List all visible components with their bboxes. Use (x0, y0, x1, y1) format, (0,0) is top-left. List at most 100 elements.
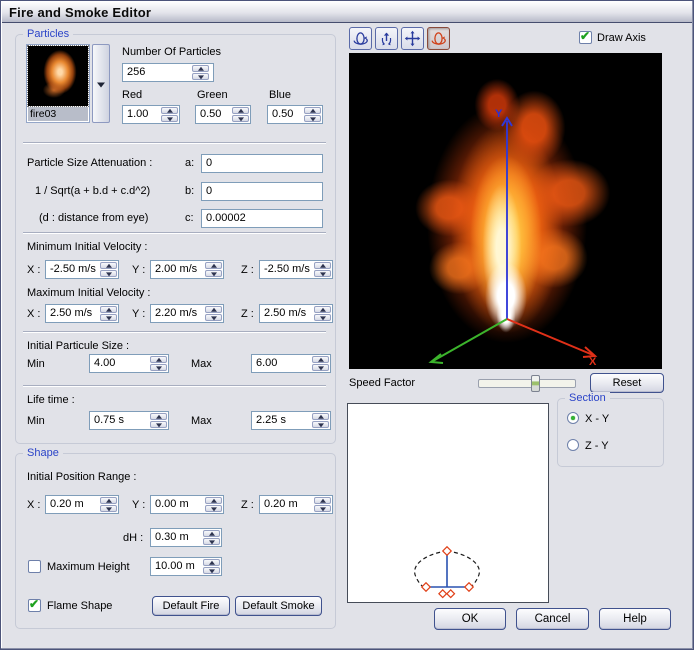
size-max-spinner[interactable] (312, 356, 329, 371)
separator (23, 232, 326, 234)
rotate-vertical-button[interactable] (375, 27, 398, 50)
min-vel-y-field[interactable]: 2.00 m/s (150, 260, 224, 279)
speed-factor-label: Speed Factor (349, 377, 416, 389)
life-min-field[interactable]: 0.75 s (89, 411, 169, 430)
max-vel-x-label: X : (27, 308, 41, 320)
check-icon: ✔ (29, 597, 40, 611)
blue-label: Blue (269, 89, 292, 101)
size-max-field[interactable]: 6.00 (251, 354, 331, 373)
pos-z-label: Z : (241, 499, 254, 511)
max-vel-z-spinner[interactable] (314, 306, 331, 321)
size-max-label: Max (191, 358, 212, 370)
size-min-field[interactable]: 4.00 (89, 354, 169, 373)
section-zy-radio[interactable] (567, 439, 579, 451)
dh-field[interactable]: 0.30 m (150, 528, 222, 547)
min-vel-x-spinner[interactable] (100, 262, 117, 277)
rotate-object-button[interactable] (427, 27, 450, 50)
max-height-field[interactable]: 10.00 m (150, 557, 222, 576)
flame-shape-label: Flame Shape (47, 600, 113, 612)
min-vel-y-label: Y : (132, 264, 146, 276)
rotate-object-icon (431, 32, 446, 45)
life-min-spinner[interactable] (150, 413, 167, 428)
pan-button[interactable] (401, 27, 424, 50)
num-particles-field[interactable]: 256 (122, 63, 214, 82)
max-vel-y-label: Y : (132, 308, 146, 320)
attenuation-b-field[interactable]: 0 (201, 182, 323, 201)
attenuation-c-field[interactable]: 0.00002 (201, 209, 323, 228)
separator (23, 142, 326, 144)
draw-axis-checkbox[interactable]: ✔ (579, 29, 592, 44)
num-particles-label: Number Of Particles (122, 46, 222, 58)
axes-overlay: Y X (428, 108, 598, 368)
section-group (557, 398, 664, 467)
pos-x-label: X : (27, 499, 41, 511)
rotate-vertical-icon (381, 32, 392, 46)
reset-button[interactable]: Reset (590, 373, 664, 393)
min-vel-z-label: Z : (241, 264, 254, 276)
max-vel-x-spinner[interactable] (100, 306, 117, 321)
a-label: a: (185, 157, 195, 169)
max-height-spinner[interactable] (203, 559, 220, 574)
speed-factor-slider-thumb[interactable] (531, 375, 540, 392)
speed-factor-slider[interactable] (478, 379, 576, 388)
cancel-button[interactable]: Cancel (516, 608, 589, 630)
min-vel-x-field[interactable]: -2.50 m/s (45, 260, 119, 279)
flame-shape-checkbox[interactable]: ✔ (28, 597, 41, 612)
green-field[interactable]: 0.50 (195, 105, 251, 124)
rotate-horizontal-button[interactable] (349, 27, 372, 50)
axis-x-label: X (589, 356, 597, 368)
min-vel-z-field[interactable]: -2.50 m/s (259, 260, 333, 279)
life-max-field[interactable]: 2.25 s (251, 411, 331, 430)
section-zy-label: Z - Y (585, 440, 609, 452)
title-bar[interactable]: Fire and Smoke Editor (2, 2, 692, 23)
pos-x-field[interactable]: 0.20 m (45, 495, 119, 514)
b-label: b: (185, 185, 195, 197)
fire-3d-viewport[interactable]: Y X (349, 53, 662, 369)
pos-y-spinner[interactable] (205, 497, 222, 512)
default-fire-button[interactable]: Default Fire (152, 596, 230, 616)
num-particles-spinner[interactable] (192, 65, 209, 80)
green-spinner[interactable] (232, 107, 249, 122)
pos-z-spinner[interactable] (314, 497, 331, 512)
particle-texture-preview[interactable]: fire03 (26, 44, 90, 123)
size-min-spinner[interactable] (150, 356, 167, 371)
max-velocity-label: Maximum Initial Velocity : (27, 287, 151, 299)
fire-texture-image (27, 45, 89, 107)
ok-button[interactable]: OK (434, 608, 506, 630)
max-vel-x-field[interactable]: 2.50 m/s (45, 304, 119, 323)
pos-z-field[interactable]: 0.20 m (259, 495, 333, 514)
max-vel-y-spinner[interactable] (205, 306, 222, 321)
texture-dropdown-button[interactable] (92, 44, 110, 123)
red-spinner[interactable] (161, 107, 178, 122)
max-vel-z-field[interactable]: 2.50 m/s (259, 304, 333, 323)
blue-spinner[interactable] (304, 107, 321, 122)
dh-spinner[interactable] (203, 530, 220, 545)
section-view[interactable] (347, 403, 549, 603)
size-min-label: Min (27, 358, 45, 370)
help-button[interactable]: Help (599, 608, 671, 630)
default-smoke-button[interactable]: Default Smoke (235, 596, 322, 616)
section-xy-radio[interactable] (567, 412, 579, 424)
life-max-spinner[interactable] (312, 413, 329, 428)
max-vel-y-field[interactable]: 2.20 m/s (150, 304, 224, 323)
blue-field[interactable]: 0.50 (267, 105, 323, 124)
attenuation-a-field[interactable]: 0 (201, 154, 323, 173)
draw-axis-label: Draw Axis (597, 32, 646, 44)
min-vel-y-spinner[interactable] (205, 262, 222, 277)
attenuation-label: Particle Size Attenuation : (27, 157, 153, 169)
check-icon: ✔ (580, 29, 591, 43)
pan-icon (404, 30, 421, 47)
min-vel-z-spinner[interactable] (314, 262, 331, 277)
particles-group-label: Particles (23, 28, 74, 40)
pos-x-spinner[interactable] (100, 497, 117, 512)
pos-y-field[interactable]: 0.00 m (150, 495, 224, 514)
position-range-label: Initial Position Range : (27, 471, 137, 483)
max-height-checkbox[interactable] (28, 560, 41, 573)
texture-name: fire03 (28, 107, 88, 121)
particle-size-label: Initial Particule Size : (27, 340, 130, 352)
fire-smoke-editor-dialog: Fire and Smoke Editor Particles fire03 N… (0, 0, 694, 650)
red-label: Red (122, 89, 143, 101)
green-label: Green (197, 89, 228, 101)
red-field[interactable]: 1.00 (122, 105, 180, 124)
dh-label: dH : (123, 532, 144, 544)
